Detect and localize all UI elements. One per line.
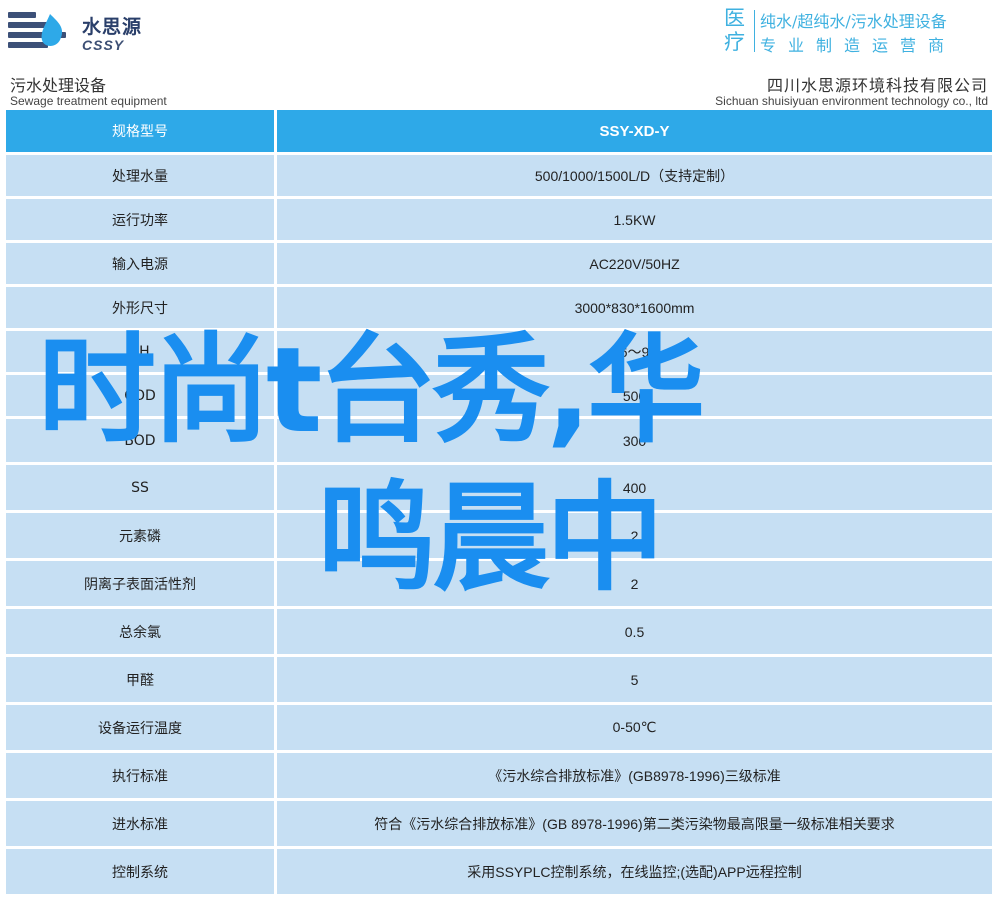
row-label: BOD (6, 419, 274, 462)
row-label: 运行功率 (6, 199, 274, 240)
slogan-line-2: 专业制造运营商 (760, 36, 957, 55)
table-row: BOD 300 (6, 419, 992, 462)
table-row: 总余氯 0.5 (6, 609, 992, 654)
row-label: 阴离子表面活性剂 (6, 561, 274, 606)
company-name-en: Sichuan shuisiyuan environment technolog… (715, 94, 988, 108)
table-row: 外形尺寸 3000*830*1600mm (6, 287, 992, 328)
row-label: 设备运行温度 (6, 705, 274, 750)
brand-logo[interactable]: 水思源 CSSY (6, 6, 141, 54)
table-row: 处理水量 500/1000/1500L/D（支持定制） (6, 155, 992, 196)
row-label: pH (6, 331, 274, 372)
row-value: 3000*830*1600mm (277, 287, 992, 328)
row-label: SS (6, 465, 274, 510)
table-row: pH 6～9 (6, 331, 992, 372)
document-header: 污水处理设备 Sewage treatment equipment 四川水思源环… (0, 62, 1000, 110)
slogan-divider (754, 10, 755, 52)
row-value: 0.5 (277, 609, 992, 654)
product-category-en: Sewage treatment equipment (10, 94, 167, 108)
table-row: 甲醛 5 (6, 657, 992, 702)
header-label: 规格型号 (6, 110, 274, 152)
row-label: 执行标准 (6, 753, 274, 798)
row-value: 500 (277, 375, 992, 416)
product-category-cn: 污水处理设备 (10, 76, 107, 95)
row-label: 甲醛 (6, 657, 274, 702)
row-value: 符合《污水综合排放标准》(GB 8978-1996)第二类污染物最高限量一级标准… (277, 801, 992, 846)
row-value: 5 (277, 657, 992, 702)
row-value: 6～9 (277, 331, 992, 372)
brand-name-cn: 水思源 (82, 16, 143, 38)
row-value: 300 (277, 419, 992, 462)
table-row: SS 400 (6, 465, 992, 510)
table-row: 输入电源 AC220V/50HZ (6, 243, 992, 284)
table-row: 执行标准 《污水综合排放标准》(GB8978-1996)三级标准 (6, 753, 992, 798)
row-value: AC220V/50HZ (277, 243, 992, 284)
row-label: 外形尺寸 (6, 287, 274, 328)
row-value: 采用SSYPLC控制系统，在线监控;(选配)APP远程控制 (277, 849, 992, 894)
row-label: 处理水量 (6, 155, 274, 196)
slogan-block: 医 疗 纯水/超纯水/污水处理设备 专业制造运营商 (724, 6, 996, 55)
company-name-cn: 四川水思源环境科技有限公司 (766, 76, 988, 95)
table-row: 设备运行温度 0-50℃ (6, 705, 992, 750)
row-value: 1.5KW (277, 199, 992, 240)
row-label: 输入电源 (6, 243, 274, 284)
slogan-tag-char-1: 医 (724, 6, 745, 30)
table-row: 运行功率 1.5KW (6, 199, 992, 240)
brand-name-en: CSSY (82, 37, 125, 53)
table-row: COD 500 (6, 375, 992, 416)
spec-table: 规格型号 SSY-XD-Y 处理水量 500/1000/1500L/D（支持定制… (6, 110, 992, 894)
table-row: 控制系统 采用SSYPLC控制系统，在线监控;(选配)APP远程控制 (6, 849, 992, 894)
table-row: 元素磷 2 (6, 513, 992, 558)
top-banner: 水思源 CSSY 医 疗 纯水/超纯水/污水处理设备 专业制造运营商 (0, 0, 1000, 62)
row-label: 进水标准 (6, 801, 274, 846)
header-value: SSY-XD-Y (277, 110, 992, 152)
slogan-line-1: 纯水/超纯水/污水处理设备 (760, 12, 947, 31)
row-label: 元素磷 (6, 513, 274, 558)
spec-table-header: 规格型号 SSY-XD-Y (6, 110, 992, 152)
row-value: 《污水综合排放标准》(GB8978-1996)三级标准 (277, 753, 992, 798)
row-value: 400 (277, 465, 992, 510)
row-value: 500/1000/1500L/D（支持定制） (277, 155, 992, 196)
table-row: 阴离子表面活性剂 2 (6, 561, 992, 606)
slogan-tag: 医 疗 (724, 6, 752, 54)
water-drop-logo-icon (8, 12, 66, 48)
table-row: 进水标准 符合《污水综合排放标准》(GB 8978-1996)第二类污染物最高限… (6, 801, 992, 846)
row-value: 0-50℃ (277, 705, 992, 750)
row-label: COD (6, 375, 274, 416)
row-label: 控制系统 (6, 849, 274, 894)
row-value: 2 (277, 513, 992, 558)
row-label: 总余氯 (6, 609, 274, 654)
row-value: 2 (277, 561, 992, 606)
slogan-tag-char-2: 疗 (724, 30, 745, 54)
